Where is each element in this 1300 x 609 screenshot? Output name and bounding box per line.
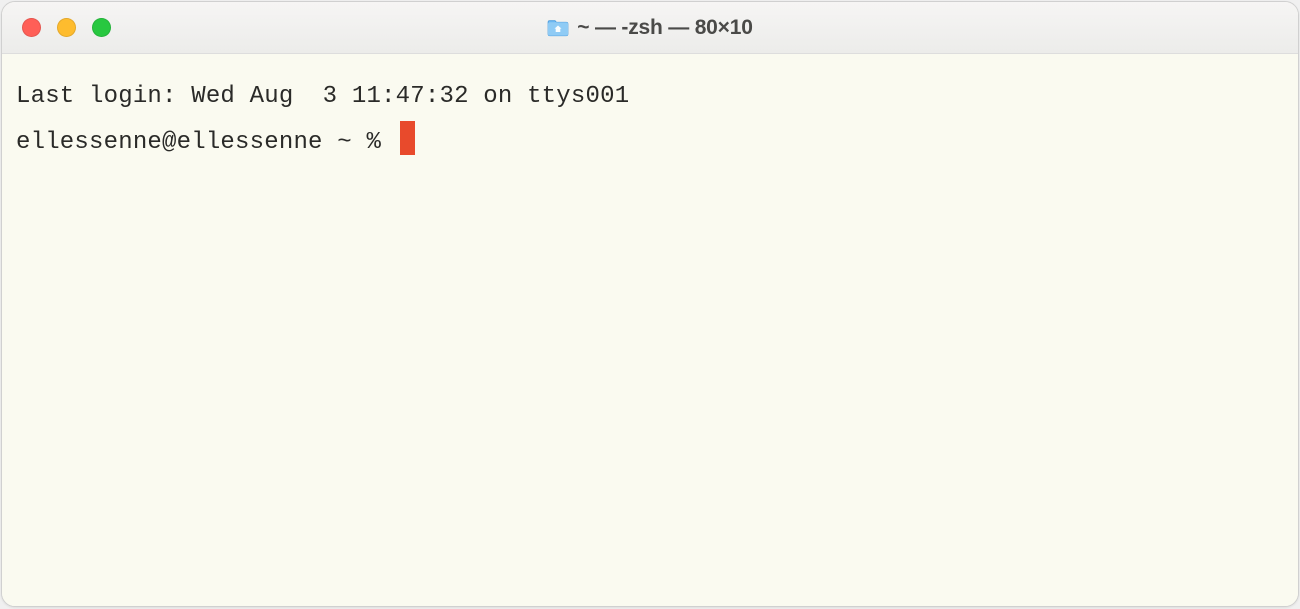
home-folder-icon: [547, 19, 569, 37]
maximize-button[interactable]: [92, 18, 111, 37]
cursor: [400, 121, 415, 155]
titlebar[interactable]: ~ — -zsh — 80×10: [2, 2, 1298, 54]
title-inner: ~ — -zsh — 80×10: [547, 16, 752, 40]
prompt-line: ellessenne@ellessenne ~ %: [16, 120, 1284, 166]
terminal-body[interactable]: Last login: Wed Aug 3 11:47:32 on ttys00…: [2, 54, 1298, 606]
terminal-window: ~ — -zsh — 80×10 Last login: Wed Aug 3 1…: [1, 1, 1299, 607]
close-button[interactable]: [22, 18, 41, 37]
window-title: ~ — -zsh — 80×10: [577, 16, 752, 40]
minimize-button[interactable]: [57, 18, 76, 37]
traffic-lights: [2, 18, 111, 37]
prompt-text: ellessenne@ellessenne ~ %: [16, 120, 396, 166]
title-wrap: ~ — -zsh — 80×10: [2, 2, 1298, 53]
last-login-line: Last login: Wed Aug 3 11:47:32 on ttys00…: [16, 83, 629, 110]
